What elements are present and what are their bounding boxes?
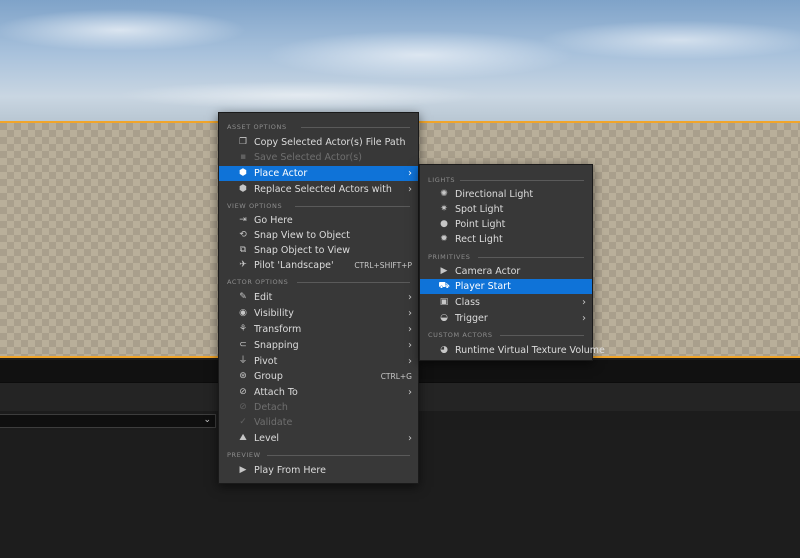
camera-icon: ▶ bbox=[440, 266, 448, 276]
edit-icon: ✎ bbox=[239, 292, 247, 302]
menu-item-play-from-here[interactable]: ▶ Play From Here bbox=[219, 463, 418, 478]
save-icon: ▪ bbox=[239, 152, 247, 162]
sky bbox=[0, 0, 800, 121]
place-actor-icon: ⬢ bbox=[239, 168, 247, 178]
menu-item-snapping[interactable]: ⊂ Snapping › bbox=[219, 338, 418, 353]
section-header-lights: LIGHTS bbox=[420, 173, 592, 187]
menu-item-player-start[interactable]: ⛟ Player Start bbox=[420, 279, 592, 294]
menu-item-point-light[interactable]: ● Point Light bbox=[420, 217, 592, 232]
level-icon: ⛰ bbox=[239, 433, 247, 443]
point-light-icon: ● bbox=[440, 219, 448, 229]
menu-item-directional-light[interactable]: ✺ Directional Light bbox=[420, 187, 592, 202]
group-icon: ⊛ bbox=[239, 371, 247, 381]
submenu-arrow-icon: › bbox=[408, 340, 412, 351]
attach-icon: ⊘ bbox=[239, 387, 247, 397]
section-header-preview: PREVIEW bbox=[219, 448, 418, 462]
menu-item-validate[interactable]: ✓ Validate bbox=[219, 415, 418, 430]
menu-item-visibility[interactable]: ◉ Visibility › bbox=[219, 306, 418, 321]
submenu-arrow-icon: › bbox=[582, 313, 586, 324]
menu-item-transform[interactable]: ⚘ Transform › bbox=[219, 322, 418, 337]
menu-item-runtime-virtual-texture-volume[interactable]: ◕ Runtime Virtual Texture Volume bbox=[420, 343, 605, 358]
menu-item-snap-view-to-object[interactable]: ⟲ Snap View to Object bbox=[219, 228, 418, 243]
menu-item-snap-object-to-view[interactable]: ⧉ Snap Object to View bbox=[219, 243, 418, 258]
submenu-arrow-icon: › bbox=[408, 308, 412, 319]
menu-item-class[interactable]: ▣ Class › bbox=[420, 295, 592, 310]
section-header-actor-options: ACTOR OPTIONS bbox=[219, 275, 418, 289]
menu-item-trigger[interactable]: ◒ Trigger › bbox=[420, 311, 592, 326]
menu-item-replace-actors[interactable]: ⬢ Replace Selected Actors with › bbox=[219, 182, 418, 197]
menu-item-group[interactable]: ⊛ Group CTRL+G bbox=[219, 369, 418, 384]
menu-item-pivot[interactable]: ⏚ Pivot › bbox=[219, 354, 418, 369]
directional-light-icon: ✺ bbox=[440, 189, 448, 199]
class-icon: ▣ bbox=[439, 297, 449, 307]
submenu-arrow-icon: › bbox=[408, 168, 412, 179]
section-header-asset-options: ASSET OPTIONS bbox=[219, 120, 418, 134]
go-here-icon: ⇥ bbox=[239, 215, 247, 225]
context-menu: ASSET OPTIONS ❐ Copy Selected Actor(s) F… bbox=[218, 112, 419, 484]
menu-item-copy-file-path[interactable]: ❐ Copy Selected Actor(s) File Path bbox=[219, 135, 418, 150]
menu-item-camera-actor[interactable]: ▶ Camera Actor bbox=[420, 264, 592, 279]
submenu-arrow-icon: › bbox=[408, 324, 412, 335]
menu-item-detach[interactable]: ⊘ Detach bbox=[219, 400, 418, 415]
submenu-arrow-icon: › bbox=[408, 292, 412, 303]
play-icon: ▶ bbox=[239, 465, 247, 475]
menu-item-attach-to[interactable]: ⊘ Attach To › bbox=[219, 385, 418, 400]
menu-item-edit[interactable]: ✎ Edit › bbox=[219, 290, 418, 305]
submenu-arrow-icon: › bbox=[408, 387, 412, 398]
submenu-arrow-icon: › bbox=[408, 433, 412, 444]
snapping-icon: ⊂ bbox=[239, 340, 247, 350]
snap-view-icon: ⟲ bbox=[239, 230, 247, 240]
menu-item-level[interactable]: ⛰ Level › bbox=[219, 431, 418, 446]
rect-light-icon: ✹ bbox=[440, 234, 448, 244]
pivot-icon: ⏚ bbox=[238, 356, 248, 366]
section-header-view-options: VIEW OPTIONS bbox=[219, 199, 418, 213]
dropdown-combo[interactable]: ⌄ bbox=[0, 414, 216, 428]
validate-icon: ✓ bbox=[239, 417, 247, 427]
place-actor-submenu: LIGHTS ✺ Directional Light ✷ Spot Light … bbox=[419, 164, 605, 361]
copy-icon: ❐ bbox=[238, 137, 248, 147]
menu-item-rect-light[interactable]: ✹ Rect Light bbox=[420, 232, 592, 247]
menu-item-spot-light[interactable]: ✷ Spot Light bbox=[420, 202, 592, 217]
menu-item-place-actor[interactable]: ⬢ Place Actor › bbox=[219, 166, 418, 181]
virtual-texture-icon: ◕ bbox=[440, 345, 448, 355]
pilot-icon: ✈ bbox=[239, 260, 247, 270]
menu-item-go-here[interactable]: ⇥ Go Here bbox=[219, 213, 418, 228]
section-header-primitives: PRIMITIVES bbox=[420, 250, 592, 264]
menu-item-pilot-landscape[interactable]: ✈ Pilot 'Landscape' CTRL+SHIFT+P bbox=[219, 258, 418, 273]
submenu-arrow-icon: › bbox=[582, 297, 586, 308]
transform-icon: ⚘ bbox=[238, 324, 248, 334]
trigger-icon: ◒ bbox=[440, 313, 448, 323]
section-header-custom-actors: CUSTOM ACTORS bbox=[420, 328, 592, 342]
player-start-icon: ⛟ bbox=[438, 281, 450, 291]
detach-icon: ⊘ bbox=[239, 402, 247, 412]
menu-item-save-selected[interactable]: ▪ Save Selected Actor(s) bbox=[219, 150, 418, 165]
submenu-arrow-icon: › bbox=[408, 356, 412, 367]
chevron-down-icon[interactable]: ⌄ bbox=[203, 415, 211, 425]
spot-light-icon: ✷ bbox=[440, 204, 448, 214]
snap-object-icon: ⧉ bbox=[239, 245, 247, 255]
eye-icon: ◉ bbox=[239, 308, 247, 318]
submenu-arrow-icon: › bbox=[408, 184, 412, 195]
replace-icon: ⬢ bbox=[239, 184, 247, 194]
